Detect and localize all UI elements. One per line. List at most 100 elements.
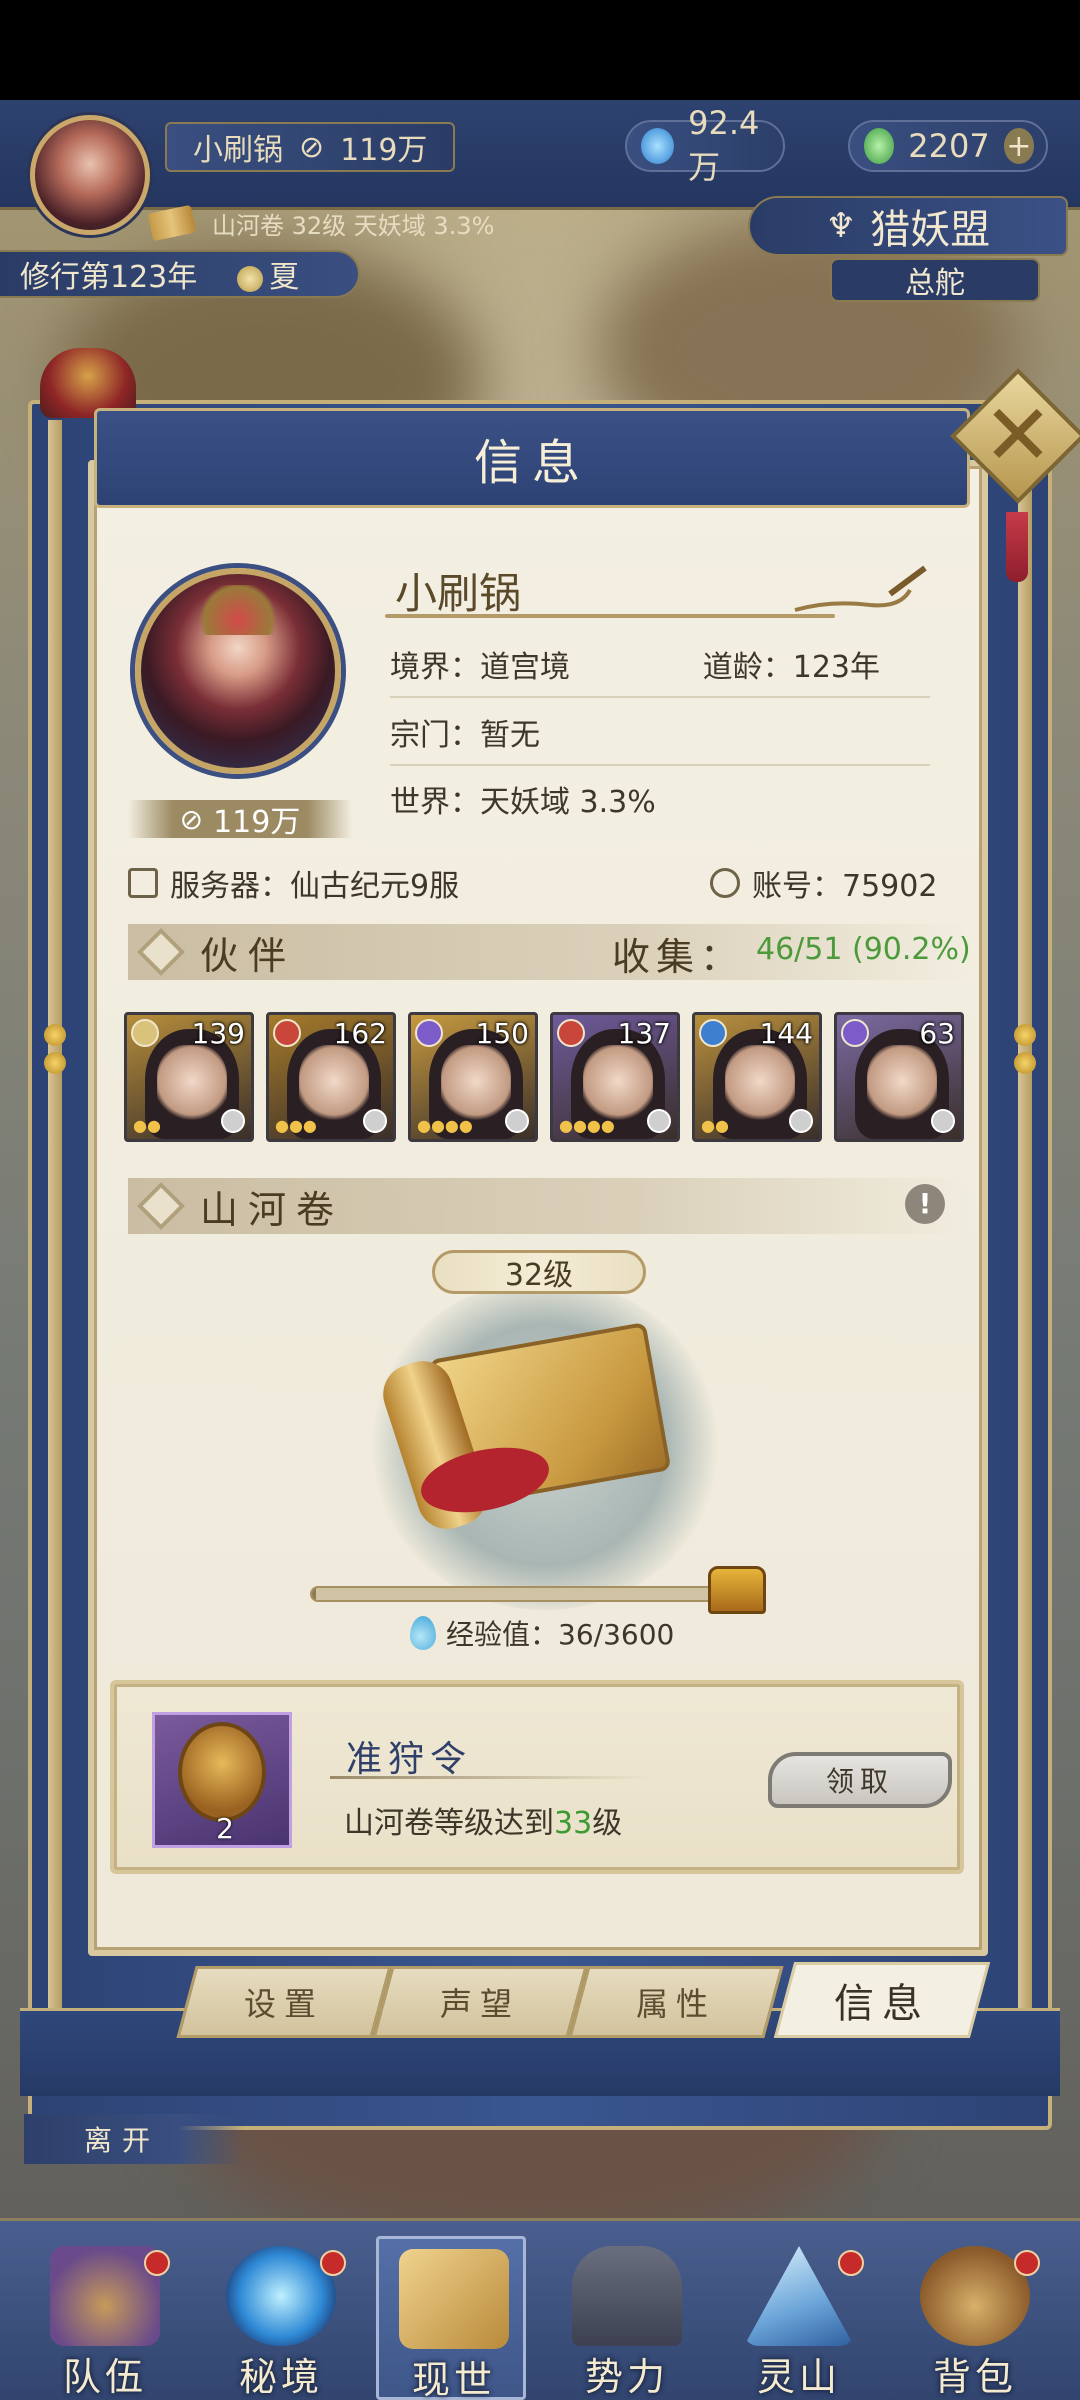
tab-info[interactable]: 信息 bbox=[773, 1962, 991, 2038]
partner-card[interactable]: 162 ●●● bbox=[266, 1012, 396, 1142]
frame-rail-right bbox=[1018, 420, 1032, 2070]
leave-button[interactable]: 离开 bbox=[24, 2114, 244, 2164]
notification-dot bbox=[1014, 2250, 1040, 2276]
tab-label: 声望 bbox=[439, 1985, 520, 2023]
world-row: 世界：天妖域 3.3% bbox=[390, 766, 930, 832]
partner-stars: ●● bbox=[701, 1116, 729, 1135]
account-icon bbox=[710, 868, 740, 898]
spirit-stone-counter[interactable]: 92.4万 bbox=[625, 104, 785, 186]
element-icon bbox=[415, 1019, 443, 1047]
partner-stars: ●●● bbox=[275, 1116, 317, 1135]
sect-text: 宗门：暂无 bbox=[390, 718, 540, 753]
power-badge-value: 119万 bbox=[213, 805, 301, 840]
claim-button[interactable]: 领取 bbox=[768, 1752, 952, 1808]
info-alert-icon[interactable]: ! bbox=[905, 1184, 945, 1224]
reward-desc-level: 33 bbox=[554, 1806, 593, 1841]
cultivation-year: 修行第123年 bbox=[20, 260, 198, 295]
nav-label: 队伍 bbox=[62, 2355, 147, 2399]
server-icon bbox=[128, 868, 158, 898]
partner-level: 144 bbox=[759, 1017, 813, 1050]
partner-type-icon bbox=[363, 1109, 387, 1133]
partner-type-icon bbox=[931, 1109, 955, 1133]
element-icon bbox=[273, 1019, 301, 1047]
partner-card[interactable]: 137 ●●●● bbox=[550, 1012, 680, 1142]
player-avatar[interactable] bbox=[30, 115, 150, 235]
reward-desc-suffix: 级 bbox=[592, 1806, 623, 1841]
collect-value: 46/51 (90.2%) bbox=[756, 932, 971, 967]
partner-card[interactable]: 150 ●●●● bbox=[408, 1012, 538, 1142]
nav-label: 势力 bbox=[584, 2355, 669, 2399]
alliance-icon: ♆ bbox=[825, 206, 857, 246]
nav-team[interactable]: 队伍 bbox=[30, 2236, 180, 2400]
scroll-icon bbox=[147, 204, 197, 242]
season-label: 夏 bbox=[237, 252, 299, 296]
rename-brush-icon[interactable] bbox=[790, 560, 930, 620]
nav-spirit-mountain[interactable]: 灵山 bbox=[724, 2236, 874, 2400]
spirit-crystal-icon bbox=[641, 128, 675, 164]
reward-description: 山河卷等级达到33级 bbox=[344, 1798, 622, 1842]
tab-reputation[interactable]: 声望 bbox=[372, 1966, 588, 2038]
partner-type-icon bbox=[789, 1109, 813, 1133]
season-sun-icon bbox=[237, 265, 264, 292]
partner-stars: ●● bbox=[133, 1116, 161, 1135]
nav-faction[interactable]: 势力 bbox=[552, 2236, 702, 2400]
cultivation-year-plate: 修行第123年 夏 bbox=[0, 250, 360, 298]
partner-level: 137 bbox=[617, 1017, 671, 1050]
reward-count: 2 bbox=[216, 1812, 234, 1845]
partner-card[interactable]: 63 bbox=[834, 1012, 964, 1142]
partner-card[interactable]: 144 ●● bbox=[692, 1012, 822, 1142]
player-name: 小刷锅 bbox=[395, 569, 522, 618]
partner-face bbox=[441, 1045, 511, 1125]
collect-label: 收集： bbox=[612, 935, 745, 979]
rail-knob bbox=[1014, 1052, 1036, 1074]
alliance-sub-label: 总舵 bbox=[905, 266, 965, 301]
nav-secret-realm[interactable]: 秘境 bbox=[206, 2236, 356, 2400]
alliance-button[interactable]: ♆ 猎妖盟 bbox=[748, 196, 1068, 256]
notification-dot bbox=[144, 2250, 170, 2276]
tab-attributes[interactable]: 属性 bbox=[568, 1966, 784, 2038]
tassel-ornament bbox=[1006, 512, 1028, 582]
realm-row: 境界：道宫境 道龄：123年 bbox=[390, 632, 930, 698]
realm-text: 境界：道宫境 bbox=[390, 650, 570, 685]
partner-type-icon bbox=[505, 1109, 529, 1133]
nav-backpack[interactable]: 背包 bbox=[900, 2236, 1050, 2400]
frame-rail-left bbox=[48, 420, 62, 2070]
partner-level: 139 bbox=[191, 1017, 245, 1050]
close-icon[interactable]: ✕ bbox=[980, 380, 1056, 490]
hud-player-name: 小刷锅 bbox=[193, 133, 283, 168]
element-icon bbox=[841, 1019, 869, 1047]
alliance-headquarters-button[interactable]: 总舵 bbox=[830, 258, 1040, 302]
hud-power: 119万 bbox=[340, 133, 428, 168]
spirit-crystal-value: 92.4万 bbox=[688, 104, 760, 186]
partner-type-icon bbox=[221, 1109, 245, 1133]
exp-progress-bar bbox=[310, 1586, 740, 1602]
scroll-level: 32级 bbox=[504, 1258, 574, 1293]
partner-face bbox=[867, 1045, 937, 1125]
rail-knob bbox=[44, 1052, 66, 1074]
element-icon bbox=[557, 1019, 585, 1047]
region-text: 山河卷 32级 天妖域 3.3% bbox=[212, 211, 495, 240]
diamond-icon bbox=[136, 1181, 186, 1231]
partner-type-icon bbox=[647, 1109, 671, 1133]
rail-knob bbox=[44, 1024, 66, 1046]
power-icon: ⊘ bbox=[179, 802, 204, 836]
partner-stars: ●●●● bbox=[417, 1116, 473, 1135]
nav-label: 背包 bbox=[932, 2355, 1017, 2399]
reward-title: 准狩令 bbox=[346, 1739, 473, 1780]
partners-title: 伙伴 bbox=[200, 933, 297, 978]
partner-card[interactable]: 139 ●● bbox=[124, 1012, 254, 1142]
add-currency-button[interactable]: + bbox=[1003, 128, 1034, 164]
exp-progress-fill bbox=[312, 1588, 317, 1600]
treasure-chest-icon[interactable] bbox=[708, 1566, 766, 1614]
partner-list: 139 ●● 162 ●●● 150 ●●●● 137 ●●●● 144 ●● 63 bbox=[124, 1012, 964, 1142]
tab-settings[interactable]: 设置 bbox=[176, 1966, 392, 2038]
nav-label: 灵山 bbox=[756, 2355, 841, 2399]
partner-level: 162 bbox=[333, 1017, 387, 1050]
partner-stars: ●●●● bbox=[559, 1116, 615, 1135]
nav-present-world[interactable]: 现世 bbox=[376, 2236, 526, 2400]
tab-label: 设置 bbox=[243, 1985, 324, 2023]
jade-counter[interactable]: 2207 + bbox=[848, 120, 1048, 172]
notification-dot bbox=[320, 2250, 346, 2276]
server-row: 服务器：仙古纪元9服 bbox=[128, 858, 459, 908]
exp-text: 经验值：36/3600 bbox=[446, 1618, 675, 1651]
